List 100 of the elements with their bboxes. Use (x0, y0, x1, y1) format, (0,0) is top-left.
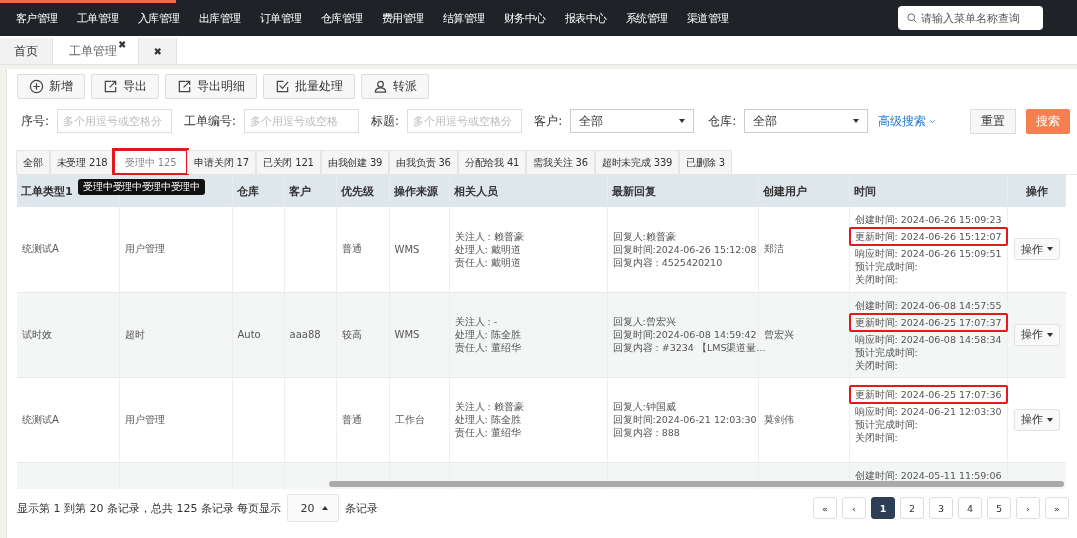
record-suffix: 条记录 (345, 500, 379, 516)
action-dropdown-button[interactable]: 操作 (1013, 238, 1060, 261)
status-tab[interactable]: 由我创建 39 (320, 150, 390, 174)
table-cell: 处理人: 戴明道 (454, 242, 521, 256)
action-dropdown-button[interactable]: 操作 (1013, 408, 1060, 431)
time-entry: 更新时间: 2024-06-25 17:07:36 (848, 384, 1008, 404)
search-icon (906, 12, 918, 24)
column-header: 仓库 (236, 184, 259, 198)
table-cell: 工作台 (394, 413, 425, 425)
table-cell: 责任人: 董绍华 (454, 426, 521, 439)
time-entry: 响应时间: 2024-06-08 14:58:34 (854, 332, 1002, 346)
filter-dropdown[interactable]: 全部 (570, 109, 695, 133)
close-tab-icon[interactable]: ✖ (153, 45, 162, 57)
page-size-dropdown[interactable]: 20 (287, 494, 340, 522)
record-summary: 显示第 1 到第 20 条记录，总共 125 条记录 每页显示 (17, 500, 282, 516)
toolbar-button[interactable]: 导出明细 (165, 74, 257, 99)
page-button[interactable]: 4 (958, 497, 982, 519)
nav-item[interactable]: 客户管理 (6, 10, 67, 26)
time-entry: 预计完成时间: (854, 345, 918, 359)
nav-item[interactable]: 仓库管理 (311, 10, 372, 26)
table-cell: 普通 (341, 413, 362, 425)
table-cell: 统测试A (22, 413, 59, 425)
time-entry: 创建时间: 2024-06-08 14:57:55 (854, 298, 1002, 312)
table-cell: 曾宏兴 (763, 328, 794, 340)
table-cell: 普通 (341, 243, 362, 255)
time-entry: 预计完成时间: (854, 417, 918, 431)
filter-label: 工单编号: (184, 112, 237, 130)
table-cell: 用户管理 (124, 413, 165, 425)
nav-item[interactable]: 结算管理 (433, 10, 494, 26)
table-cell: 回复时间:2024-06-26 15:12:08 (612, 242, 757, 256)
scrollbar-thumb[interactable] (329, 481, 1064, 487)
table-cell: 责任人: 戴明道 (454, 255, 521, 269)
page-button[interactable]: › (1016, 497, 1040, 519)
page-button[interactable]: ‹ (842, 497, 866, 519)
nav-item[interactable]: 费用管理 (372, 10, 433, 26)
page-button[interactable]: 1 (871, 497, 895, 519)
time-entry: 关闭时间: (854, 273, 898, 286)
time-entry: 更新时间: 2024-06-25 17:07:37 (848, 312, 1008, 332)
table-cell: 用户管理 (124, 243, 165, 255)
table-cell: 责任人: 董绍华 (454, 341, 521, 354)
toolbar-button[interactable]: 转派 (361, 74, 429, 99)
filter-label: 序号: (21, 112, 50, 130)
share-icon (103, 79, 118, 94)
column-header: 操作 (1025, 184, 1048, 198)
caret-icon (1046, 417, 1053, 422)
status-tab[interactable]: 分配给我 41 (457, 150, 527, 174)
column-header: 客户 (288, 184, 311, 198)
reset-button[interactable]: 重置 (970, 108, 1016, 134)
page-tab[interactable]: 首页 (0, 38, 53, 64)
filter-dropdown[interactable]: 全部 (744, 109, 869, 133)
table-cell: 回复内容 : 4525420210 (612, 255, 723, 269)
page-tab[interactable]: ✖ (139, 38, 177, 64)
page-button[interactable]: 5 (987, 497, 1011, 519)
table-cell: 郑洁 (763, 243, 784, 255)
nav-item[interactable]: 订单管理 (250, 10, 311, 26)
table-cell: WMS (394, 243, 420, 255)
table-cell: 试时效 (22, 328, 52, 340)
toolbar-button[interactable]: 新增 (17, 74, 85, 99)
toolbar-button[interactable]: 导出 (91, 74, 159, 99)
status-tab[interactable]: 需我关注 36 (526, 150, 595, 174)
time-entry: 关闭时间: (854, 430, 898, 444)
nav-item[interactable]: 入库管理 (128, 10, 189, 26)
time-entry: 创建时间: 2024-05-11 11:59:06 (854, 468, 1002, 482)
nav-item[interactable]: 系统管理 (616, 10, 677, 26)
status-tab[interactable]: 由我负责 36 (389, 150, 458, 174)
table-cell: 关注人 : - (454, 315, 498, 328)
menu-search-field[interactable]: 请输入菜单名称查询 (898, 6, 1043, 30)
column-header: 创建用户 (762, 184, 807, 198)
table-cell: 莫剑伟 (763, 413, 794, 425)
status-tab[interactable]: 已删除 3 (679, 150, 732, 174)
share-icon (177, 79, 192, 94)
advanced-search-link[interactable]: 高级搜索 (878, 112, 927, 130)
table-cell: 超时 (124, 328, 145, 340)
caret-icon (679, 119, 686, 123)
table-cell: 处理人: 陈全胜 (454, 328, 521, 341)
close-tab-icon[interactable]: ✖ (118, 39, 127, 50)
page-button[interactable]: 2 (900, 497, 924, 519)
nav-item[interactable]: 出库管理 (189, 10, 250, 26)
nav-item[interactable]: 报表中心 (555, 10, 616, 26)
status-tab[interactable]: 全部 (16, 150, 50, 174)
page-button[interactable]: 3 (929, 497, 953, 519)
time-entry: 预计完成时间: (854, 260, 918, 273)
nav-item[interactable]: 渠道管理 (677, 10, 738, 26)
action-dropdown-button[interactable]: 操作 (1013, 323, 1060, 346)
page-button[interactable]: » (1045, 497, 1069, 519)
caret-icon (853, 119, 860, 123)
nav-item[interactable]: 工单管理 (67, 10, 128, 26)
table-cell: 统测试A (22, 243, 59, 255)
status-tab[interactable]: 已关闭 121 (255, 150, 321, 174)
table-cell: 关注人 : 赖普豪 (454, 229, 524, 243)
status-tab[interactable]: 未受理 218 (49, 150, 115, 174)
status-tab[interactable]: 超时未完成 339 (594, 150, 680, 174)
filter-label: 标题: (371, 112, 400, 130)
user-icon (373, 79, 388, 94)
table-cell: WMS (394, 329, 420, 340)
nav-item[interactable]: 财务中心 (494, 10, 555, 26)
caret-icon (1046, 332, 1053, 337)
toolbar-button[interactable]: 批量处理 (263, 74, 355, 99)
status-tab[interactable]: 申请关闭 17 (187, 150, 256, 174)
page-button[interactable]: « (813, 497, 837, 519)
